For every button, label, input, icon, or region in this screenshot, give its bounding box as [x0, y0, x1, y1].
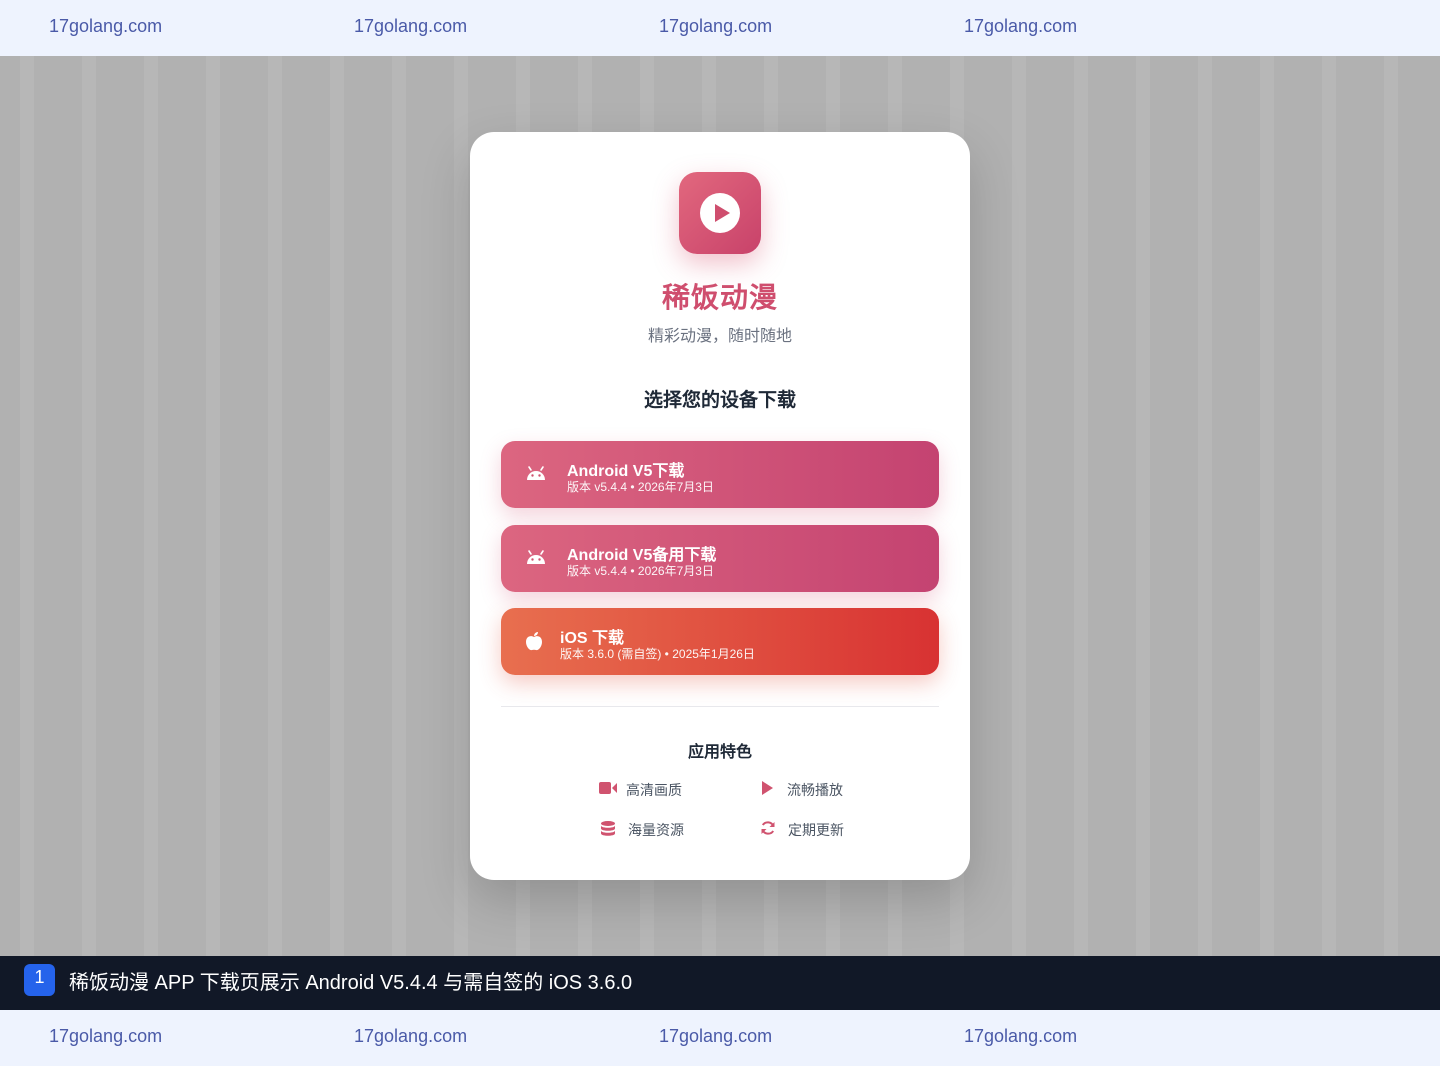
watermark-bar-top: 17golang.com 17golang.com 17golang.com 1… — [0, 0, 1440, 56]
download-card: 稀饭动漫 精彩动漫，随时随地 选择您的设备下载 Android V5下载 版本 … — [470, 132, 970, 880]
caption-index-badge: 1 — [24, 964, 55, 996]
watermark-text: 17golang.com — [49, 1026, 163, 1046]
play-circle-icon — [700, 193, 740, 233]
app-logo — [679, 172, 761, 254]
android-download-button[interactable]: Android V5下载 版本 v5.4.4 • 2026年7月3日 — [501, 441, 939, 508]
download-section-title: 选择您的设备下载 — [643, 390, 796, 411]
button-subtitle: 版本 v5.4.4 • 2026年7月3日 — [567, 564, 714, 578]
watermark-text: 17golang.com — [49, 16, 163, 36]
apple-icon — [525, 631, 543, 656]
features-title: 应用特色 — [687, 744, 752, 761]
watermark-text: 17golang.com — [964, 1026, 1078, 1046]
button-subtitle: 版本 v5.4.4 • 2026年7月3日 — [567, 480, 714, 494]
caption-text: 稀饭动漫 APP 下载页展示 Android V5.4.4 与需自签的 iOS … — [69, 972, 633, 994]
watermark-text: 17golang.com — [659, 1026, 773, 1046]
watermark-text: 17golang.com — [659, 16, 773, 36]
ios-download-button[interactable]: iOS 下载 版本 3.6.0 (需自签) • 2025年1月26日 — [501, 608, 939, 675]
database-icon — [600, 820, 616, 841]
feature-label: 流畅播放 — [787, 782, 843, 798]
caption-bar: 1 稀饭动漫 APP 下载页展示 Android V5.4.4 与需自签的 iO… — [0, 956, 1440, 1010]
app-tagline: 精彩动漫，随时随地 — [647, 328, 792, 345]
play-icon — [759, 780, 775, 799]
refresh-icon — [760, 820, 776, 839]
app-name: 稀饭动漫 — [661, 282, 778, 313]
video-camera-icon — [598, 780, 618, 799]
watermark-text: 17golang.com — [354, 16, 468, 36]
android-backup-download-button[interactable]: Android V5备用下载 版本 v5.4.4 • 2026年7月3日 — [501, 525, 939, 592]
feature-label: 定期更新 — [788, 822, 844, 838]
watermark-bar-bottom: 17golang.com 17golang.com 17golang.com 1… — [0, 1010, 1440, 1066]
feature-label: 海量资源 — [628, 822, 684, 838]
watermark-text: 17golang.com — [964, 16, 1078, 36]
android-icon — [525, 548, 547, 573]
button-subtitle: 版本 3.6.0 (需自签) • 2025年1月26日 — [560, 647, 755, 661]
android-icon — [525, 464, 547, 489]
feature-label: 高清画质 — [626, 782, 682, 798]
watermark-text: 17golang.com — [354, 1026, 468, 1046]
divider — [501, 706, 939, 707]
